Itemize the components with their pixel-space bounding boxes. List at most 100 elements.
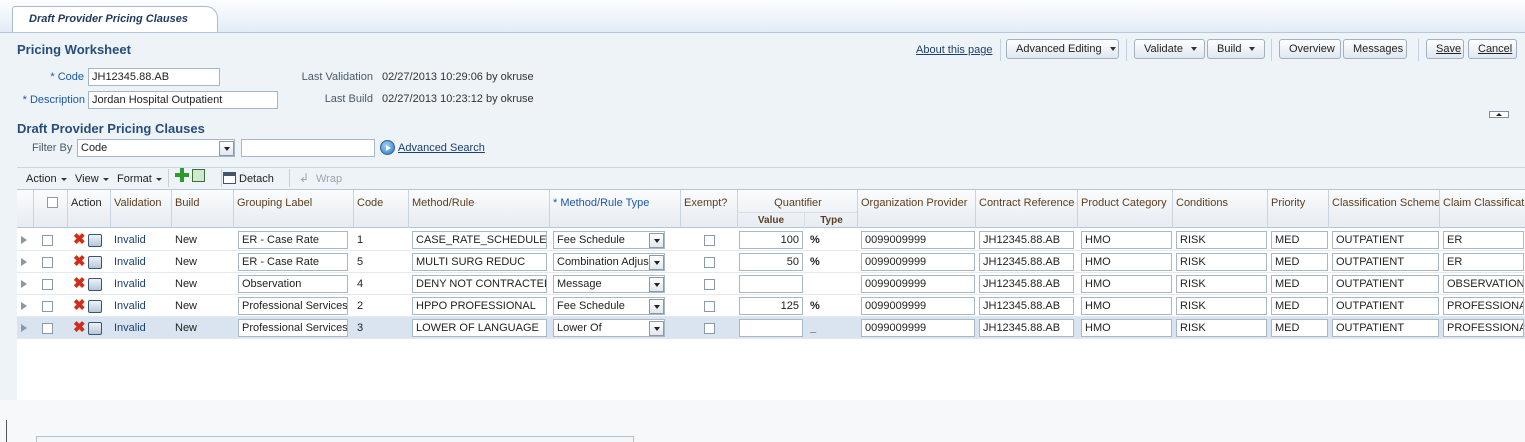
row-method-type-select[interactable]: Lower Of: [553, 319, 665, 337]
header-exempt[interactable]: Exempt?: [681, 190, 738, 228]
row-checkbox[interactable]: [42, 256, 53, 268]
messages-button[interactable]: Messages: [1343, 39, 1407, 59]
action-menu[interactable]: Action: [26, 173, 67, 185]
row-product-category-input[interactable]: HMO: [1081, 297, 1172, 315]
row-org-provider-input[interactable]: 0099009999: [861, 319, 975, 337]
add-row-icon[interactable]: [175, 168, 189, 182]
row-classification-scheme-input[interactable]: OUTPATIENT: [1332, 319, 1439, 337]
row-claim-classification-input[interactable]: ER: [1443, 231, 1524, 249]
row-exempt-checkbox[interactable]: [704, 234, 715, 246]
header-validation[interactable]: Validation: [111, 190, 172, 228]
splitter-handle[interactable]: [6, 420, 7, 442]
table-row[interactable]: ✖ Invalid New Observation 4 DENY NOT CONTRACT…: [17, 273, 1525, 295]
row-grouping-input[interactable]: Professional Services: [238, 319, 348, 337]
row-priority-input[interactable]: MED: [1271, 231, 1328, 249]
validate-row-icon[interactable]: [87, 321, 102, 335]
row-checkbox[interactable]: [42, 300, 53, 312]
header-method-rule-type[interactable]: * Method/Rule Type: [550, 190, 681, 228]
row-method-input[interactable]: MULTI SURG REDUC: [412, 253, 547, 271]
row-method-type-select[interactable]: Fee Schedule: [553, 231, 665, 249]
row-exempt-checkbox[interactable]: [704, 256, 715, 268]
expand-row-icon[interactable]: [21, 280, 27, 288]
overview-button[interactable]: Overview: [1279, 39, 1341, 59]
advanced-editing-button[interactable]: Advanced Editing: [1006, 39, 1119, 59]
row-exempt-checkbox[interactable]: [704, 278, 715, 290]
row-method-type-select[interactable]: Combination Adjustm: [553, 253, 665, 271]
header-conditions[interactable]: Conditions: [1173, 190, 1268, 228]
format-menu[interactable]: Format: [117, 173, 162, 185]
validate-button[interactable]: Validate: [1134, 39, 1205, 59]
delete-icon[interactable]: ✖: [73, 232, 86, 247]
table-row[interactable]: ✖ Invalid New Professional Services 2 HPPO PR…: [17, 295, 1525, 317]
select-all-checkbox[interactable]: [47, 197, 58, 208]
about-this-page-link[interactable]: About this page: [916, 44, 992, 56]
wrap-button[interactable]: Wrap: [316, 173, 342, 185]
header-classification-scheme[interactable]: Classification Scheme: [1329, 190, 1440, 228]
row-claim-classification-input[interactable]: OBSERVATION: [1443, 275, 1524, 293]
row-method-type-select[interactable]: Fee Schedule: [553, 297, 665, 315]
header-code[interactable]: Code: [354, 190, 409, 228]
cancel-button[interactable]: Cancel: [1468, 39, 1517, 59]
validate-row-icon[interactable]: [87, 277, 102, 291]
row-claim-classification-input[interactable]: ER: [1443, 253, 1524, 271]
row-classification-scheme-input[interactable]: OUTPATIENT: [1332, 253, 1439, 271]
detach-button[interactable]: Detach: [239, 173, 274, 185]
row-quantifier-value-input[interactable]: 100: [739, 231, 803, 249]
row-method-input[interactable]: CASE_RATE_SCHEDULE: [412, 231, 547, 249]
validate-row-icon[interactable]: [87, 233, 102, 247]
row-product-category-input[interactable]: HMO: [1081, 253, 1172, 271]
horizontal-scrollbar[interactable]: [36, 436, 634, 442]
delete-icon[interactable]: ✖: [73, 254, 86, 269]
row-method-input[interactable]: DENY NOT CONTRACTED: [412, 275, 547, 293]
row-org-provider-input[interactable]: 0099009999: [861, 253, 975, 271]
advanced-search-link[interactable]: Advanced Search: [398, 142, 485, 154]
export-excel-icon[interactable]: [192, 169, 205, 182]
row-validation-link[interactable]: Invalid: [114, 273, 170, 295]
header-quantifier-type[interactable]: Type: [805, 212, 857, 228]
advanced-search-icon[interactable]: [380, 140, 395, 155]
header-priority[interactable]: Priority: [1268, 190, 1329, 228]
filter-text-input[interactable]: [241, 139, 375, 157]
row-grouping-input[interactable]: ER - Case Rate: [238, 231, 348, 249]
row-quantifier-value-input[interactable]: 125: [739, 297, 803, 315]
row-contract-reference-input[interactable]: JH12345.88.AB: [979, 253, 1074, 271]
description-field[interactable]: Jordan Hospital Outpatient: [88, 91, 278, 109]
table-row[interactable]: ✖ Invalid New ER - Case Rate 1 CASE_RATE_SCHE…: [17, 229, 1525, 251]
tab-draft-provider-pricing-clauses[interactable]: Draft Provider Pricing Clauses: [12, 6, 218, 32]
validate-row-icon[interactable]: [87, 255, 102, 269]
code-field[interactable]: JH12345.88.AB: [88, 68, 220, 86]
row-conditions-input[interactable]: RISK: [1176, 297, 1267, 315]
row-conditions-input[interactable]: RISK: [1176, 253, 1267, 271]
header-method-rule[interactable]: Method/Rule: [409, 190, 550, 228]
row-method-type-select[interactable]: Message: [553, 275, 665, 293]
row-classification-scheme-input[interactable]: OUTPATIENT: [1332, 231, 1439, 249]
expand-row-icon[interactable]: [21, 236, 27, 244]
row-contract-reference-input[interactable]: JH12345.88.AB: [979, 231, 1074, 249]
row-checkbox[interactable]: [42, 278, 53, 290]
row-priority-input[interactable]: MED: [1271, 275, 1328, 293]
row-contract-reference-input[interactable]: JH12345.88.AB: [979, 275, 1074, 293]
row-org-provider-input[interactable]: 0099009999: [861, 297, 975, 315]
row-priority-input[interactable]: MED: [1271, 319, 1328, 337]
row-validation-link[interactable]: Invalid: [114, 229, 170, 251]
row-validation-link[interactable]: Invalid: [114, 251, 170, 273]
row-claim-classification-input[interactable]: PROFESSIONAL: [1443, 319, 1524, 337]
row-product-category-input[interactable]: HMO: [1081, 275, 1172, 293]
row-contract-reference-input[interactable]: JH12345.88.AB: [979, 319, 1074, 337]
expand-row-icon[interactable]: [21, 302, 27, 310]
header-claim-classification[interactable]: Claim Classification: [1440, 190, 1525, 228]
build-button[interactable]: Build: [1207, 39, 1265, 59]
table-row[interactable]: ✖ Invalid New ER - Case Rate 5 MULTI SURG RED…: [17, 251, 1525, 273]
row-conditions-input[interactable]: RISK: [1176, 231, 1267, 249]
row-contract-reference-input[interactable]: JH12345.88.AB: [979, 297, 1074, 315]
row-claim-classification-input[interactable]: PROFESSIONAL: [1443, 297, 1524, 315]
save-button[interactable]: Save: [1426, 39, 1464, 59]
row-priority-input[interactable]: MED: [1271, 297, 1328, 315]
row-checkbox[interactable]: [42, 322, 53, 334]
validate-row-icon[interactable]: [87, 299, 102, 313]
row-product-category-input[interactable]: HMO: [1081, 319, 1172, 337]
row-quantifier-value-input[interactable]: 50: [739, 253, 803, 271]
row-quantifier-value-input[interactable]: [739, 275, 803, 293]
view-menu[interactable]: View: [75, 173, 109, 185]
row-checkbox[interactable]: [42, 234, 53, 246]
